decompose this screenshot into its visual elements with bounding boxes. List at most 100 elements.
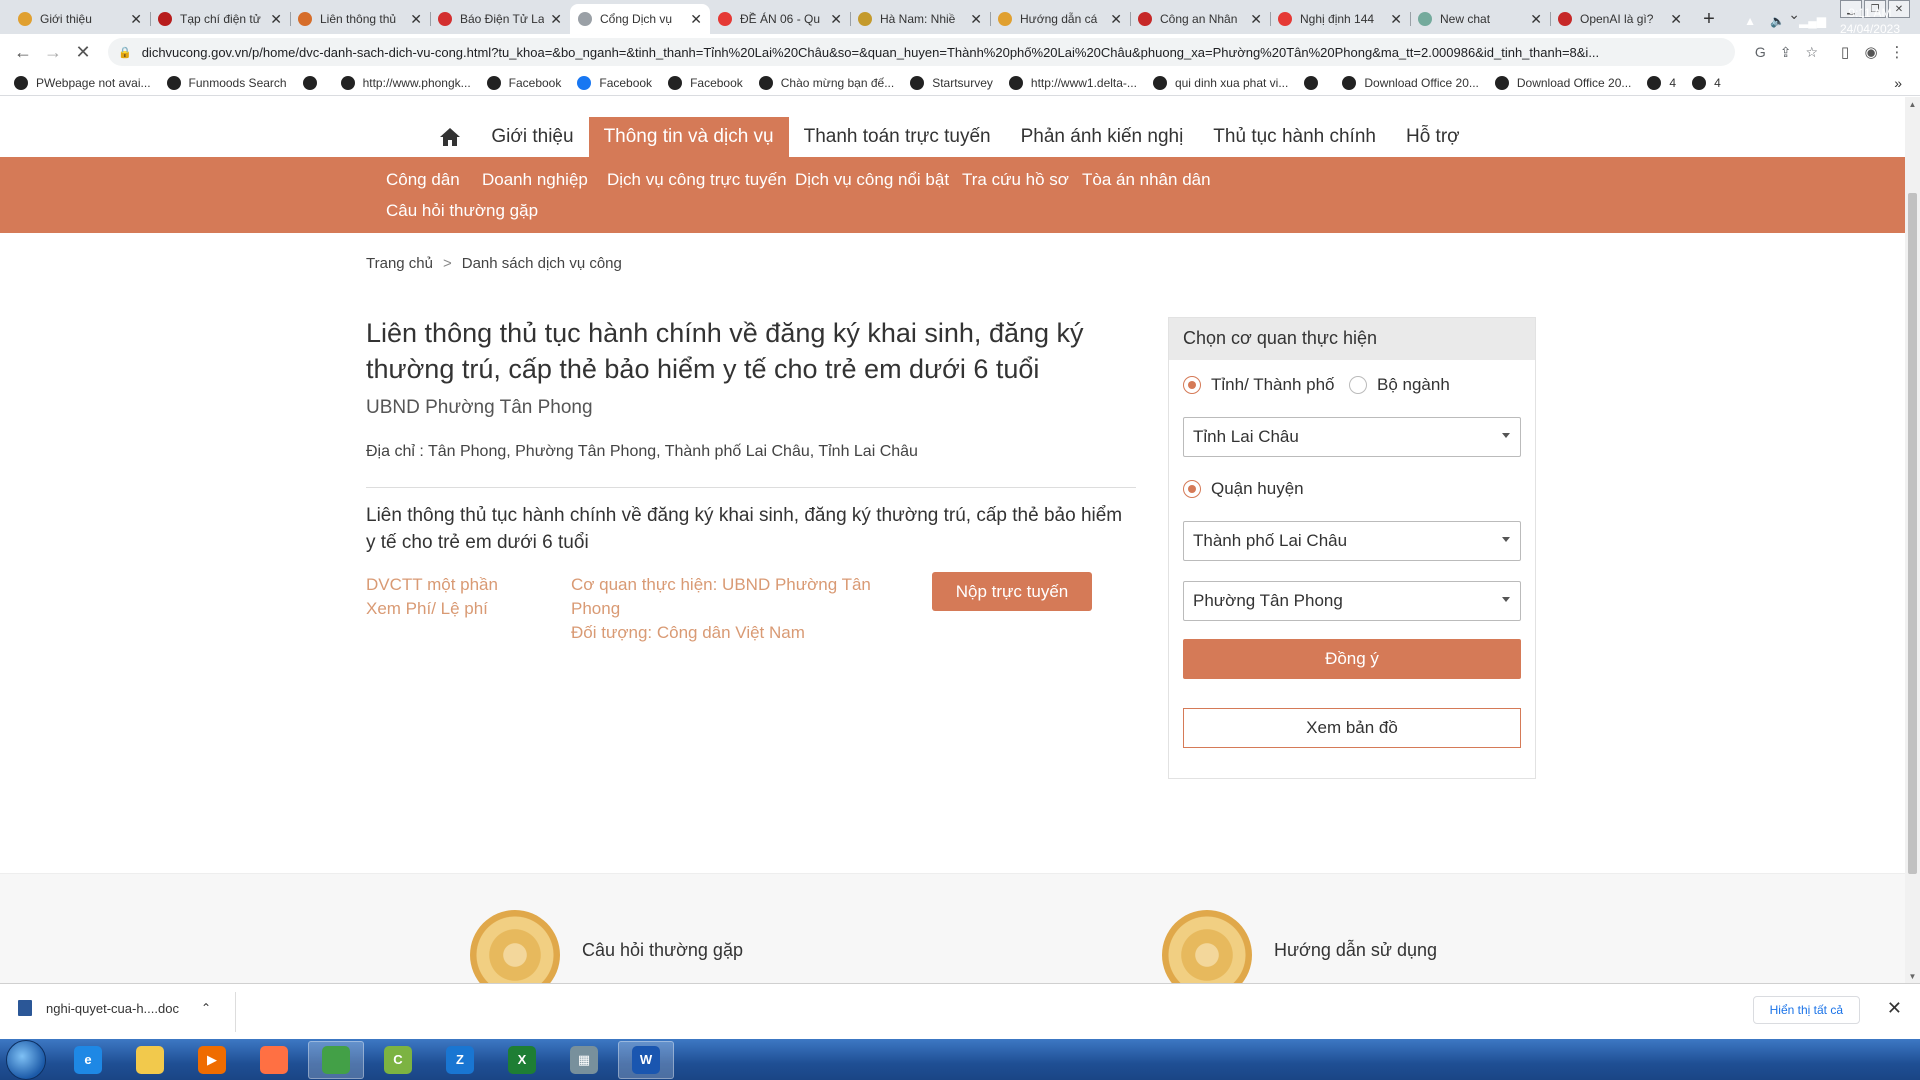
bookmark-star-icon[interactable]: ☆ — [1805, 44, 1818, 61]
breadcrumb-home[interactable]: Trang chủ — [366, 255, 433, 272]
bookmark-item[interactable]: Facebook — [577, 75, 652, 90]
subnav-item[interactable]: Dịch vụ công trực tuyến — [607, 170, 787, 190]
taskbar-app[interactable] — [122, 1041, 178, 1079]
radio-district-dot[interactable] — [1183, 480, 1201, 498]
taskbar-app[interactable]: C — [370, 1041, 426, 1079]
scroll-down-icon[interactable]: ▼ — [1905, 969, 1920, 983]
nav-item[interactable]: Phản ánh kiến nghị — [1006, 117, 1199, 157]
menu-dots-icon[interactable]: ⋮ — [1884, 39, 1910, 65]
bookmark-item[interactable]: Chào mừng bạn đế... — [758, 75, 894, 90]
close-tab-icon[interactable]: ✕ — [1250, 11, 1262, 28]
url-input[interactable]: 🔒 dichvucong.gov.vn/p/home/dvc-danh-sach… — [108, 38, 1735, 66]
subnav-item[interactable]: Câu hỏi thường gặp — [386, 201, 538, 221]
taskbar-app[interactable]: ▶ — [184, 1041, 240, 1079]
taskbar-app[interactable]: ▦ — [556, 1041, 612, 1079]
bookmark-item[interactable] — [302, 75, 325, 90]
browser-tab[interactable]: Hà Nam: Nhiề ✕ — [850, 4, 990, 34]
close-tab-icon[interactable]: ✕ — [690, 11, 702, 28]
chevron-up-icon[interactable]: ⌃ — [201, 1001, 211, 1015]
agree-button[interactable]: Đồng ý — [1183, 639, 1521, 679]
browser-tab[interactable]: Liên thông thủ ✕ — [290, 4, 430, 34]
subnav-item[interactable]: Tòa án nhân dân — [1082, 170, 1211, 190]
procedure-title[interactable]: Liên thông thủ tục hành chính về đăng ký… — [366, 502, 1136, 556]
network-icon[interactable]: ▂▄▆ — [1799, 14, 1826, 28]
home-icon[interactable] — [430, 117, 470, 157]
nav-item[interactable]: Thanh toán trực tuyến — [789, 117, 1006, 157]
browser-tab[interactable]: Công an Nhân ✕ — [1130, 4, 1270, 34]
bookmark-item[interactable]: Startsurvey — [910, 75, 993, 90]
subnav-item[interactable]: Dịch vụ công nổi bật — [795, 170, 949, 190]
taskbar-app[interactable] — [246, 1041, 302, 1079]
browser-tab[interactable]: Nghị định 144 ✕ — [1270, 4, 1410, 34]
bookmark-item[interactable]: http://www1.delta-... — [1008, 75, 1137, 90]
bookmark-item[interactable]: Facebook — [486, 75, 561, 90]
new-tab-button[interactable]: + — [1694, 4, 1724, 34]
fee-link[interactable]: Xem Phí/ Lệ phí — [366, 597, 498, 621]
taskbar-app[interactable]: W — [618, 1040, 674, 1079]
submit-online-button[interactable]: Nộp trực tuyến — [932, 572, 1092, 611]
close-icon[interactable]: ✕ — [1887, 998, 1902, 1019]
close-tab-icon[interactable]: ✕ — [410, 11, 422, 28]
browser-tab[interactable]: Hướng dẫn cá ✕ — [990, 4, 1130, 34]
profile-avatar[interactable]: ◉ — [1858, 39, 1884, 65]
close-tab-icon[interactable]: ✕ — [970, 11, 982, 28]
view-map-button[interactable]: Xem bản đồ — [1183, 708, 1521, 748]
stop-loading-icon[interactable]: ✕ — [70, 39, 96, 65]
radio-province[interactable]: Tỉnh/ Thành phố — [1183, 375, 1335, 395]
close-tab-icon[interactable]: ✕ — [1390, 11, 1402, 28]
start-button[interactable] — [6, 1039, 46, 1080]
close-tab-icon[interactable]: ✕ — [550, 11, 562, 28]
google-translate-icon[interactable]: G — [1755, 44, 1766, 61]
back-icon[interactable]: ← — [10, 39, 36, 65]
radio-ministry[interactable]: Bộ ngành — [1349, 375, 1450, 395]
sidepanel-icon[interactable]: ▯ — [1832, 39, 1858, 65]
browser-tab[interactable]: Báo Điện Tử Lai ✕ — [430, 4, 570, 34]
close-tab-icon[interactable]: ✕ — [270, 11, 282, 28]
bookmark-item[interactable]: Funmoods Search — [166, 75, 287, 90]
subnav-item[interactable]: Doanh nghiệp — [482, 170, 588, 190]
bookmark-item[interactable]: PWebpage not avai... — [14, 75, 151, 90]
close-tab-icon[interactable]: ✕ — [1670, 11, 1682, 28]
taskbar-app[interactable] — [308, 1040, 364, 1079]
bookmark-item[interactable]: qui dinh xua phat vi... — [1152, 75, 1288, 90]
close-tab-icon[interactable]: ✕ — [1110, 11, 1122, 28]
lock-icon[interactable]: 🔒 — [118, 46, 132, 59]
bookmark-item[interactable]: 4 — [1692, 75, 1721, 90]
show-all-downloads-button[interactable]: Hiển thị tất cả — [1752, 996, 1860, 1024]
bookmark-item[interactable]: http://www.phongk... — [340, 75, 471, 90]
user-guide-link[interactable]: Hướng dẫn sử dụng — [1162, 910, 1437, 983]
radio-district[interactable]: Quận huyện — [1183, 479, 1304, 499]
browser-tab[interactable]: ĐỀ ÁN 06 - Qu ✕ — [710, 4, 850, 34]
radio-ministry-dot[interactable] — [1349, 376, 1367, 394]
bookmark-item[interactable]: Download Office 20... — [1342, 75, 1479, 90]
tray-expand-icon[interactable]: ▲ — [1744, 14, 1756, 28]
taskbar-app[interactable]: Z — [432, 1041, 488, 1079]
nav-item[interactable]: Hỗ trợ — [1391, 117, 1475, 157]
browser-tab[interactable]: Giới thiệu ✕ — [10, 4, 150, 34]
bookmark-item[interactable]: Facebook — [668, 75, 743, 90]
browser-tab[interactable]: Cổng Dịch vụ ✕ — [570, 4, 710, 34]
breadcrumb-current[interactable]: Danh sách dịch vụ công — [462, 255, 622, 272]
volume-icon[interactable]: 🔈 — [1770, 14, 1785, 28]
scroll-up-icon[interactable]: ▲ — [1905, 97, 1920, 111]
scrollbar-thumb[interactable] — [1908, 193, 1917, 874]
close-tab-icon[interactable]: ✕ — [1530, 11, 1542, 28]
page-scrollbar[interactable]: ▲ ▼ — [1905, 97, 1920, 983]
nav-item[interactable]: Thủ tục hành chính — [1198, 117, 1391, 157]
nav-item[interactable]: Thông tin và dịch vụ — [588, 117, 789, 157]
close-tab-icon[interactable]: ✕ — [830, 11, 842, 28]
province-select[interactable]: Tỉnh Lai Châu — [1183, 417, 1521, 457]
radio-province-dot[interactable] — [1183, 376, 1201, 394]
bookmark-item[interactable]: Download Office 20... — [1494, 75, 1631, 90]
nav-item[interactable]: Giới thiệu — [476, 117, 588, 157]
ward-select[interactable]: Phường Tân Phong — [1183, 581, 1521, 621]
close-tab-icon[interactable]: ✕ — [130, 11, 142, 28]
bookmark-item[interactable]: 4 — [1647, 75, 1676, 90]
browser-tab[interactable]: Tạp chí điện tử ✕ — [150, 4, 290, 34]
district-select[interactable]: Thành phố Lai Châu — [1183, 521, 1521, 561]
subnav-item[interactable]: Công dân — [386, 170, 460, 190]
browser-tab[interactable]: OpenAI là gì? ✕ — [1550, 4, 1690, 34]
bookmark-item[interactable] — [1304, 75, 1326, 90]
browser-tab[interactable]: New chat ✕ — [1410, 4, 1550, 34]
share-icon[interactable]: ⇪ — [1780, 44, 1792, 61]
